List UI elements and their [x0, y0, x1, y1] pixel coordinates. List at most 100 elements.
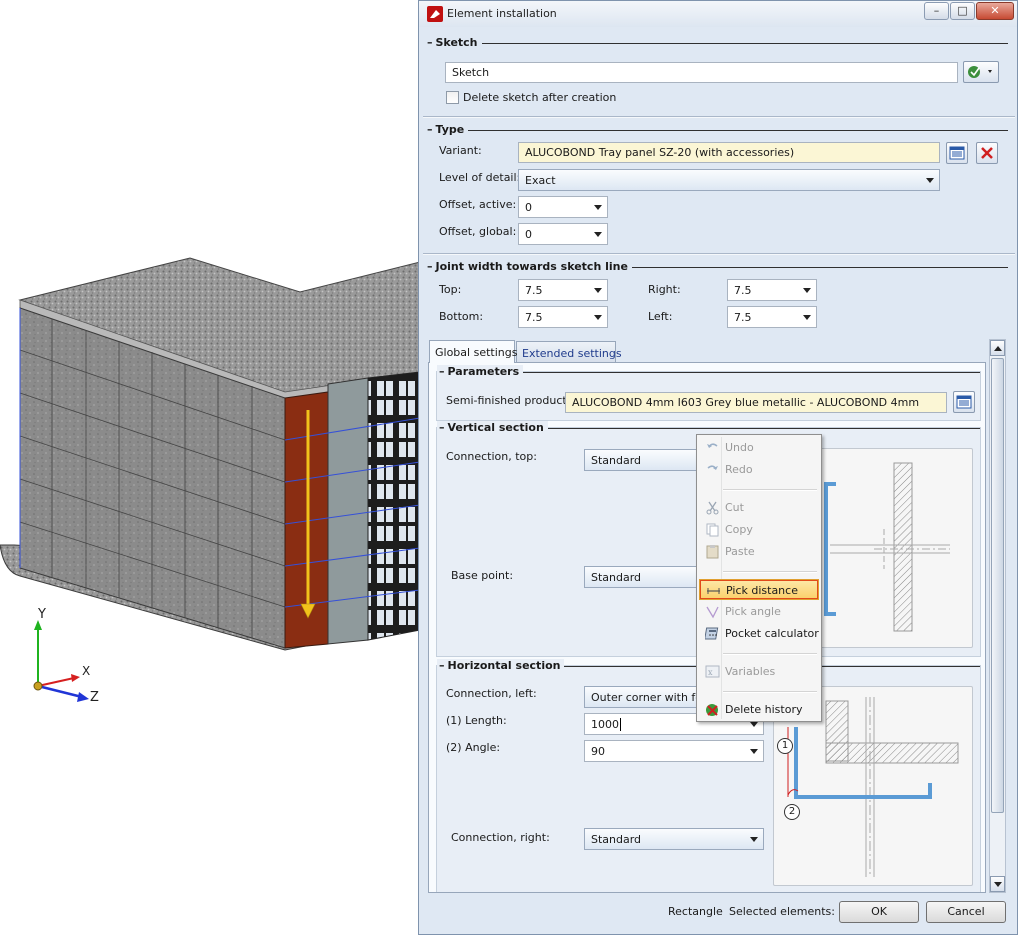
svg-text:x: x [708, 668, 713, 677]
offset-global-select[interactable]: 0 [518, 223, 608, 245]
scroll-up-button[interactable] [990, 340, 1005, 356]
scissors-icon [706, 501, 719, 515]
marker-2: 2 [784, 804, 800, 820]
sketch-input[interactable]: Sketch [445, 62, 958, 83]
joint-bottom-select[interactable]: 7.5 [518, 306, 608, 328]
angle-select[interactable]: 90 [584, 740, 764, 762]
joint-left-select[interactable]: 7.5 [727, 306, 817, 328]
offset-global-label: Offset, global: [439, 225, 517, 238]
joint-top-select[interactable]: 7.5 [518, 279, 608, 301]
parameters-group-title: – Parameters [437, 365, 524, 378]
axis-z-label: Z [90, 690, 99, 705]
redo-icon [707, 465, 718, 470]
paste-icon [706, 545, 719, 559]
angle-label: (2) Angle: [446, 741, 501, 754]
scroll-down-button[interactable] [990, 876, 1005, 892]
menu-item-copy[interactable]: Copy [699, 519, 819, 540]
angle-icon [706, 606, 719, 619]
type-group-title: – Type [425, 123, 469, 136]
copy-icon [706, 523, 719, 537]
axis-x-label: X [82, 664, 91, 678]
variables-icon: x [705, 665, 720, 678]
chevron-down-icon [803, 315, 811, 320]
ok-button[interactable]: OK [839, 901, 919, 923]
menu-item-pocket-calculator[interactable]: Pocket calculator [699, 623, 819, 644]
chevron-down-icon [594, 205, 602, 210]
joint-right-label: Right: [648, 283, 681, 296]
variant-field[interactable]: ALUCOBOND Tray panel SZ-20 (with accesso… [518, 142, 940, 163]
horizontal-section-title: – Horizontal section [437, 659, 565, 672]
sketch-group-title: – Sketch [425, 36, 482, 49]
menu-item-pick-distance[interactable]: Pick distance [699, 579, 819, 600]
menu-item-delete-history[interactable]: Delete history [699, 699, 819, 720]
level-of-detail-label: Level of detail: [439, 171, 521, 184]
app-logo-icon [427, 6, 443, 22]
menu-item-cut[interactable]: Cut [699, 497, 819, 518]
window-title: Element installation [447, 7, 557, 20]
variant-label: Variant: [439, 144, 482, 157]
catalog-icon [956, 395, 972, 409]
calculator-icon [705, 627, 719, 640]
building-model [0, 257, 420, 702]
menu-item-redo[interactable]: Redo [699, 459, 819, 480]
arrow-down-icon [994, 882, 1002, 887]
scroll-thumb[interactable] [991, 358, 1004, 813]
undo-icon [707, 443, 718, 448]
cad-viewport[interactable]: Y X Z [0, 0, 420, 935]
ruler-icon [707, 588, 720, 594]
offset-active-label: Offset, active: [439, 198, 517, 211]
tab-extended-settings[interactable]: Extended settings [516, 341, 622, 363]
semi-finished-catalog-button[interactable] [953, 391, 975, 413]
status-selected-count: Selected elements: 6 [729, 905, 846, 918]
menu-item-variables[interactable]: x Variables [699, 661, 819, 682]
sketch-tool-icon [968, 66, 992, 78]
joint-right-select[interactable]: 7.5 [727, 279, 817, 301]
connection-left-label: Connection, left: [446, 687, 537, 700]
length-label: (1) Length: [446, 714, 507, 727]
variant-catalog-button[interactable] [946, 142, 968, 164]
vertical-section-title: – Vertical section [437, 421, 548, 434]
catalog-icon [949, 146, 965, 160]
menu-item-undo[interactable]: Undo [699, 437, 819, 458]
chevron-down-icon [926, 178, 934, 183]
menu-item-pick-angle[interactable]: Pick angle [699, 601, 819, 622]
parameters-group: – Parameters Semi-finished product: ALUCO… [436, 365, 981, 421]
title-bar[interactable]: Element installation – □ ✕ [419, 1, 1017, 27]
level-of-detail-select[interactable]: Exact [518, 169, 940, 191]
minimize-button[interactable]: – [924, 2, 949, 20]
close-button[interactable]: ✕ [976, 2, 1014, 20]
cancel-button[interactable]: Cancel [926, 901, 1006, 923]
menu-item-paste[interactable]: Paste [699, 541, 819, 562]
chevron-down-icon [750, 837, 758, 842]
joint-top-label: Top: [439, 283, 462, 296]
panel-scrollbar[interactable] [989, 339, 1006, 893]
chevron-down-icon [594, 315, 602, 320]
connection-right-select[interactable]: Standard [584, 828, 764, 850]
offset-active-select[interactable]: 0 [518, 196, 608, 218]
chevron-down-icon [594, 288, 602, 293]
variant-clear-button[interactable] [976, 142, 998, 164]
semi-finished-label: Semi-finished product: [446, 394, 571, 407]
tab-global-settings[interactable]: Global settings [429, 340, 517, 363]
joint-left-label: Left: [648, 310, 673, 323]
maximize-button[interactable]: □ [950, 2, 975, 20]
connection-top-label: Connection, top: [446, 450, 537, 463]
semi-finished-field[interactable]: ALUCOBOND 4mm I603 Grey blue metallic - … [565, 392, 947, 413]
delete-sketch-label: Delete sketch after creation [463, 91, 617, 104]
chevron-down-icon [750, 722, 758, 727]
delete-x-icon [981, 147, 993, 159]
delete-sketch-checkbox[interactable] [446, 91, 459, 104]
separator [423, 253, 1015, 255]
arrow-up-icon [994, 346, 1002, 351]
joint-width-group-title: – Joint width towards sketch line [425, 260, 632, 273]
sketch-tools-button[interactable] [963, 61, 999, 83]
joint-width-group: – Joint width towards sketch line [425, 260, 1008, 333]
delete-history-icon [706, 704, 718, 716]
joint-bottom-label: Bottom: [439, 310, 484, 323]
marker-1: 1 [777, 738, 793, 754]
connection-right-label: Connection, right: [451, 831, 550, 844]
context-menu: Undo Redo Cut Copy Paste Pick distance P… [696, 434, 822, 722]
separator [423, 116, 1015, 118]
chevron-down-icon [750, 749, 758, 754]
status-shape: Rectangle [668, 905, 723, 918]
